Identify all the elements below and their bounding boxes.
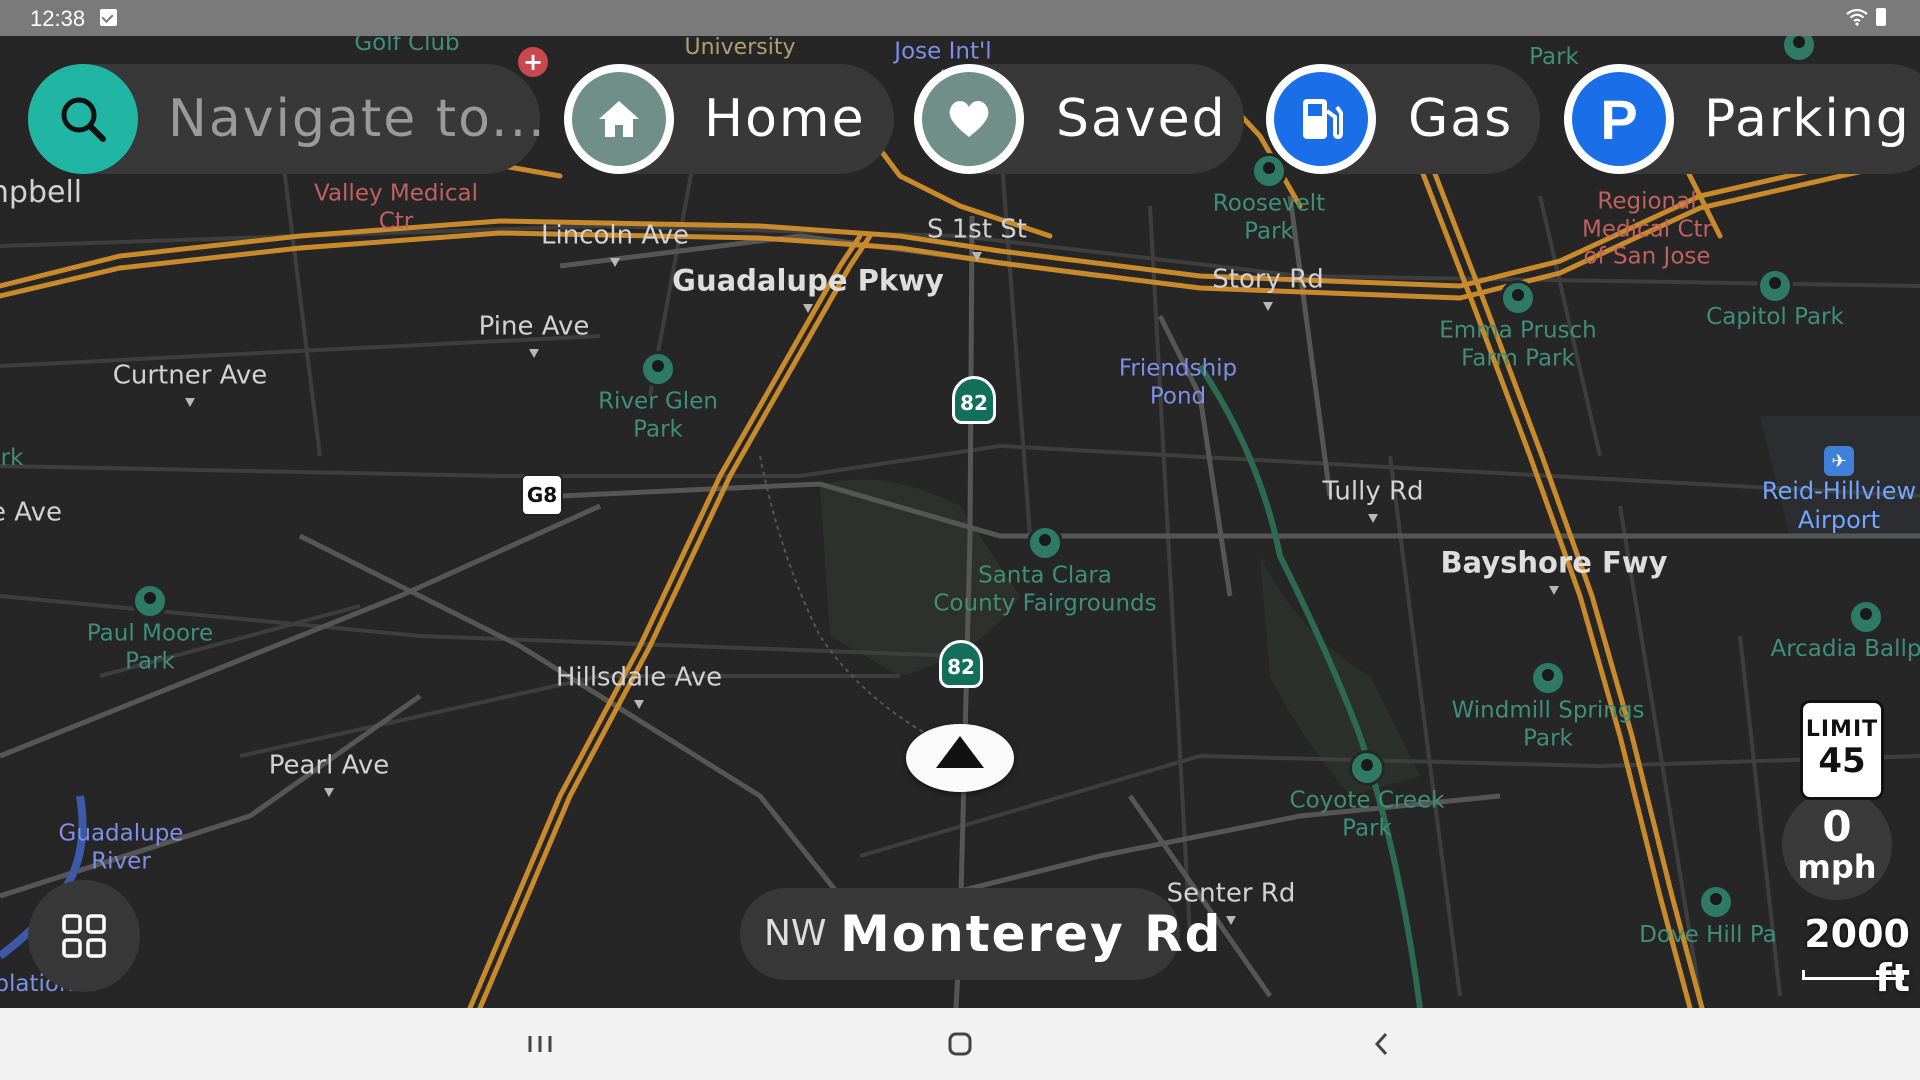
wifi-icon (1846, 8, 1868, 26)
route-82-shield-icon: 82 (952, 376, 996, 424)
parking-icon: P (1564, 64, 1674, 174)
label-tick (529, 349, 539, 358)
search-placeholder[interactable]: Navigate to... (168, 64, 547, 174)
park-label-fairgrounds: Santa Clara County Fairgrounds (933, 562, 1157, 616)
parking-label: Parking (1704, 89, 1911, 149)
home-nav-icon[interactable] (930, 1022, 990, 1066)
water-label-friendship-pond: Friendship Pond (1118, 355, 1238, 409)
label-tick (185, 398, 195, 407)
speedometer: 0 mph (1782, 790, 1892, 900)
park-pin-icon[interactable] (1251, 153, 1287, 189)
speed-unit: mph (1797, 848, 1877, 886)
label-tick (1226, 916, 1236, 925)
street-label-pearl: Pearl Ave (268, 750, 390, 781)
battery-icon (1876, 8, 1886, 26)
recent-apps-icon[interactable] (510, 1022, 570, 1066)
medical-label-regional: Regional Medical Ctr of San Jose (1582, 188, 1712, 270)
back-icon[interactable] (1352, 1022, 1412, 1066)
street-label-curtner: Curtner Ave (112, 360, 268, 391)
park-pin-icon[interactable] (1027, 525, 1063, 561)
park-label-coyote-creek: Coyote Creek Park (1289, 787, 1445, 841)
label-tick (324, 788, 334, 797)
park-label-dove-hill: Dove Hill Pa (1639, 922, 1777, 949)
map-scale-bar (1802, 970, 1904, 980)
medical-label-valley: Valley Medical Ctr (313, 180, 479, 234)
gas-button[interactable]: Gas (1266, 64, 1540, 174)
park-pin-icon[interactable] (1848, 599, 1884, 635)
apps-button[interactable] (28, 880, 140, 992)
park-label-top: Park (1529, 44, 1579, 71)
home-label: Home (704, 89, 866, 149)
street-label-story: Story Rd (1212, 264, 1324, 295)
search-bar[interactable]: Navigate to... (28, 64, 545, 174)
status-bar: 12:38 (0, 0, 1920, 36)
park-label-golf-club: Golf Club (354, 36, 460, 57)
heading-direction: NW (764, 913, 827, 954)
map-view[interactable]: Lincoln Ave S 1st St Story Rd Pine Ave C… (0, 36, 1920, 1008)
road-label-bayshore-fwy: Bayshore Fwy (1440, 545, 1668, 580)
airport-pin-icon[interactable]: ✈ (1824, 446, 1854, 476)
park-pin-icon[interactable] (1349, 750, 1385, 786)
heart-icon (914, 64, 1024, 174)
label-university: University (684, 36, 796, 60)
road-network (0, 69, 1920, 1008)
water-label-guadalupe-river: Guadalupe River (58, 820, 184, 874)
street-label-s1st: S 1st St (926, 214, 1028, 245)
street-label-eave: e Ave (0, 497, 62, 528)
park-label-emma-prusch: Emma Prusch Farm Park (1439, 317, 1597, 371)
route-g8-shield-icon: G8 (521, 474, 563, 516)
road-label-guadalupe-pkwy: Guadalupe Pkwy (672, 263, 944, 298)
system-navigation-bar (0, 1008, 1920, 1080)
park-label-paul-moore: Paul Moore Park (86, 620, 214, 674)
label-tick (1368, 514, 1378, 523)
label-tick (1549, 586, 1559, 595)
park-pin-icon[interactable] (132, 583, 168, 619)
park-label-rk: rk (0, 445, 24, 472)
home-button[interactable]: Home (564, 64, 894, 174)
park-pin-icon[interactable] (1530, 660, 1566, 696)
search-icon[interactable] (28, 64, 138, 174)
map-scale-label: 2000 ft (1804, 912, 1910, 1000)
parking-button[interactable]: P Parking (1564, 64, 1920, 174)
park-pin-icon[interactable] (1698, 884, 1734, 920)
street-label-lincoln: Lincoln Ave (540, 220, 690, 251)
label-tick (610, 258, 620, 267)
current-location-arrow-icon (906, 724, 1014, 792)
street-label-tully: Tully Rd (1322, 476, 1424, 507)
saved-label: Saved (1056, 89, 1227, 149)
grid-icon (62, 914, 106, 958)
park-label-river-glen: River Glen Park (598, 388, 718, 442)
notification-icon (100, 9, 117, 26)
gas-station-icon (1266, 64, 1376, 174)
street-label-pine: Pine Ave (478, 311, 590, 342)
speed-limit-sign: LIMIT 45 (1800, 700, 1884, 800)
status-time: 12:38 (30, 6, 86, 31)
label-tick (1263, 302, 1273, 311)
park-pin-icon[interactable] (640, 351, 676, 387)
park-label-capitol: Capitol Park (1706, 304, 1844, 331)
label-tick (803, 304, 813, 313)
route-82-shield-icon: 82 (939, 640, 983, 688)
home-icon (564, 64, 674, 174)
speed-value: 0 (1822, 802, 1852, 851)
speed-limit-label: LIMIT (1805, 717, 1879, 742)
park-pin-icon[interactable] (1757, 268, 1793, 304)
speed-limit-value: 45 (1818, 741, 1866, 781)
street-label-hillsdale: Hillsdale Ave (555, 662, 723, 693)
saved-button[interactable]: Saved (914, 64, 1244, 174)
current-street-name: Monterey Rd (840, 905, 1223, 963)
park-label-arcadia: Arcadia Ballp (1770, 636, 1920, 663)
airport-label-reid-hillview: Reid-Hillview Airport (1761, 477, 1917, 534)
park-label-windmill: Windmill Springs Park (1451, 697, 1645, 751)
park-label-roosevelt: Roosevelt Park (1212, 190, 1326, 244)
label-tick (972, 252, 982, 261)
street-label-campbell: npbell (0, 175, 83, 210)
gas-label: Gas (1408, 89, 1514, 149)
park-pin-icon[interactable] (1500, 280, 1536, 316)
label-tick (634, 700, 644, 709)
current-street-banner: NW Monterey Rd (740, 888, 1220, 980)
